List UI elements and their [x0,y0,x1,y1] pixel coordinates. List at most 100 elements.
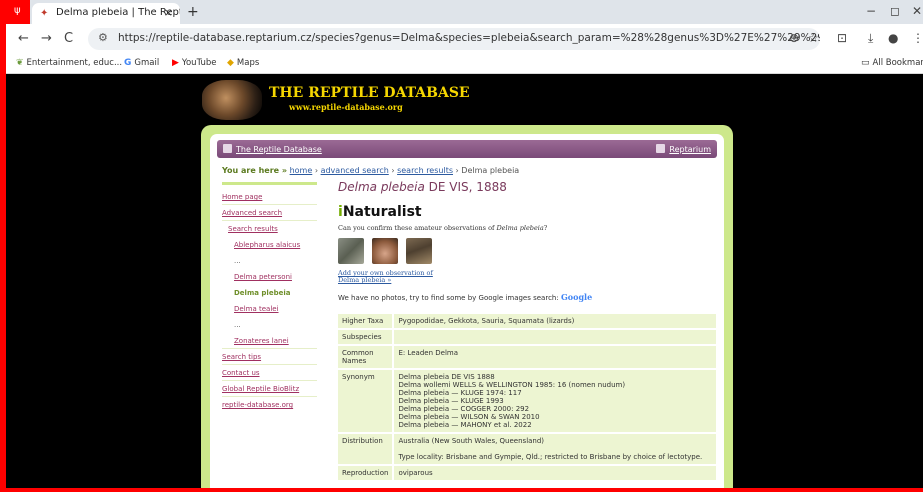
sidebar-ellipsis: ... [234,321,241,329]
sidebar-item-search-results[interactable]: Search results [222,221,317,237]
row-value-higher-taxa: Pygopodidae, Gekkota, Sauria, Squamata (… [392,314,716,328]
sidebar-item-home[interactable]: Home page [222,189,317,205]
extension-avatar-icon[interactable]: ● [888,31,898,45]
table-row: Higher Taxa Pygopodidae, Gekkota, Sauria… [338,314,716,328]
nav-reptarium-link[interactable]: Reptarium [669,145,711,154]
sidebar-item-advanced-search[interactable]: Advanced search [222,205,317,221]
content-panel: The Reptile Database Reptarium You are h… [210,134,724,488]
sidebar-item-contact[interactable]: Contact us [222,365,317,381]
leaf-icon: ❦ [16,58,24,68]
download-icon[interactable]: ⤓ [868,31,873,46]
observation-photo[interactable] [372,238,399,264]
sidebar-item-ablepharus[interactable]: Ablepharus alaicus [222,237,317,253]
synonym-entry: Delma plebeia — KLUGE 1974: 117 [398,389,522,397]
row-label-common-names: Common Names [338,346,393,368]
restore-button[interactable]: ◻ [890,4,900,18]
add-observation-link[interactable]: Add your own observation of Delma plebei… [338,270,718,284]
sidebar: Home page Advanced search Search results… [222,182,330,488]
close-window-button[interactable]: ✕ [912,4,922,18]
row-label-synonym: Synonym [338,370,393,432]
row-label-distribution: Distribution [338,434,393,464]
inaturalist-logo[interactable]: iNaturalist [338,204,718,220]
google-icon: G [124,58,132,68]
url-text: https://reptile-database.reptarium.cz/sp… [118,32,820,44]
sidebar-item-bioblitz[interactable]: Global Reptile BioBlitz [222,381,317,397]
site-settings-icon[interactable]: ⚙ [98,31,108,44]
breadcrumb-home[interactable]: home [290,166,313,175]
main-content: Delma plebeia DE VIS, 1888 iNaturalist C… [338,180,718,482]
breadcrumb-lead: You are here » [222,166,288,175]
sidebar-item-petersoni[interactable]: Delma petersoni [222,269,317,285]
forward-button[interactable]: → [41,31,52,46]
google-logo-text: Google [560,292,593,302]
row-label-reproduction: Reproduction [338,466,393,480]
page-content: THE REPTILE DATABASE www.reptile-databas… [6,74,923,488]
bookmark-gmail[interactable]: G Gmail [124,58,159,68]
observation-photo[interactable] [406,238,433,264]
new-tab-button[interactable]: + [187,4,199,20]
bookmarks-bar: ❦ Entertainment, educ... G Gmail ▶ YouTube … [6,54,923,74]
sidebar-item-plebeia: Delma plebeia [234,289,291,297]
sidebar-item-lanei[interactable]: Zonateres lanei [222,333,317,349]
reptile-favicon-icon: ✦ [40,8,49,19]
species-latin-name: Delma plebeia [338,180,425,194]
home-square-icon [223,144,232,153]
synonym-entry: Delma plebeia DE VIS 1888 [398,373,495,381]
breadcrumb-separator: › [455,166,459,175]
tab-title: Delma plebeia | The Reptile Da [56,7,180,18]
reptarium-square-icon [656,144,666,153]
bookmark-entertainment[interactable]: ❦ Entertainment, educ... [16,58,122,68]
address-bar[interactable]: ⚙ https://reptile-database.reptarium.cz/… [88,28,820,50]
all-bookmarks[interactable]: ▭All Bookmarks [861,58,923,68]
browser-toolbar: ← → C ⚙ https://reptile-database.reptari… [6,24,923,54]
table-row: Subspecies [338,330,716,344]
sidebar-item-search-tips[interactable]: Search tips [222,349,317,365]
row-value-common-names: E: Leaden Delma [392,346,716,368]
menu-icon[interactable]: ⋮ [912,31,923,45]
row-label-subspecies: Subspecies [338,330,393,344]
google-search-link[interactable]: Google [561,292,592,302]
row-value-synonym: Delma plebeia DE VIS 1888 Delma wollemi … [392,370,716,432]
inaturalist-question: Can you confirm these amateur observatio… [338,224,548,232]
sidebar-top-rule [222,182,317,185]
breadcrumb-separator: › [391,166,395,175]
tab-close-icon[interactable]: × [164,6,173,19]
tab-active[interactable]: ✦ Delma plebeia | The Reptile Da × [32,3,180,24]
table-row: Synonym Delma plebeia DE VIS 1888 Delma … [338,370,716,432]
species-author: DE VIS, 1888 [428,180,507,194]
table-row: Common Names E: Leaden Delma [338,346,716,368]
profile-icon[interactable]: ψ [6,0,30,24]
synonym-entry: Delma plebeia — WILSON & SWAN 2010 [398,413,540,421]
reload-button[interactable]: C [64,31,73,46]
extensions-icon[interactable]: ⊡ [837,31,847,45]
maps-pin-icon: ◆ [227,58,234,68]
table-row: Distribution Australia (New South Wales,… [338,434,716,464]
breadcrumb-advanced-search[interactable]: advanced search [321,166,389,175]
nav-reptile-database-link[interactable]: The Reptile Database [236,145,322,154]
bookmark-maps[interactable]: ◆ Maps [227,58,259,68]
observation-photo[interactable] [338,238,364,264]
browser-window: ψ ✦Delma plebeia | The Reptile Da × + − … [6,0,923,488]
minimize-button[interactable]: − [866,4,876,18]
reptile-logo-image [202,80,262,120]
synonym-entry: Delma plebeia — MAHONY et al. 2022 [398,421,532,429]
type-locality: Type locality: Brisbane and Gympie, Qld.… [398,453,703,461]
bookmark-youtube[interactable]: ▶ YouTube [172,58,217,68]
page-title: Delma plebeia DE VIS, 1888 [338,180,718,194]
tab-bar: ψ ✦Delma plebeia | The Reptile Da × + − … [6,0,923,24]
row-value-subspecies [392,330,716,344]
row-value-reproduction: oviparous [392,466,716,480]
site-title: THE REPTILE DATABASE [269,85,470,101]
back-button[interactable]: ← [18,31,29,46]
sidebar-item-org[interactable]: reptile-database.org [222,397,317,413]
folder-icon: ▭ [861,58,870,68]
site-nav-bar: The Reptile Database Reptarium [217,140,717,158]
synonym-entry: Delma plebeia — COGGER 2000: 292 [398,405,530,413]
table-row: Reproduction oviparous [338,466,716,480]
sidebar-item-tealei[interactable]: Delma tealei [222,301,317,317]
bookmark-star-icon[interactable]: ☆ [808,31,819,45]
breadcrumb-search-results[interactable]: search results [397,166,453,175]
distribution-range: Australia (New South Wales, Queensland) [398,437,545,445]
zoom-icon[interactable]: ⊕ [789,31,799,45]
row-value-distribution: Australia (New South Wales, Queensland) … [392,434,716,464]
